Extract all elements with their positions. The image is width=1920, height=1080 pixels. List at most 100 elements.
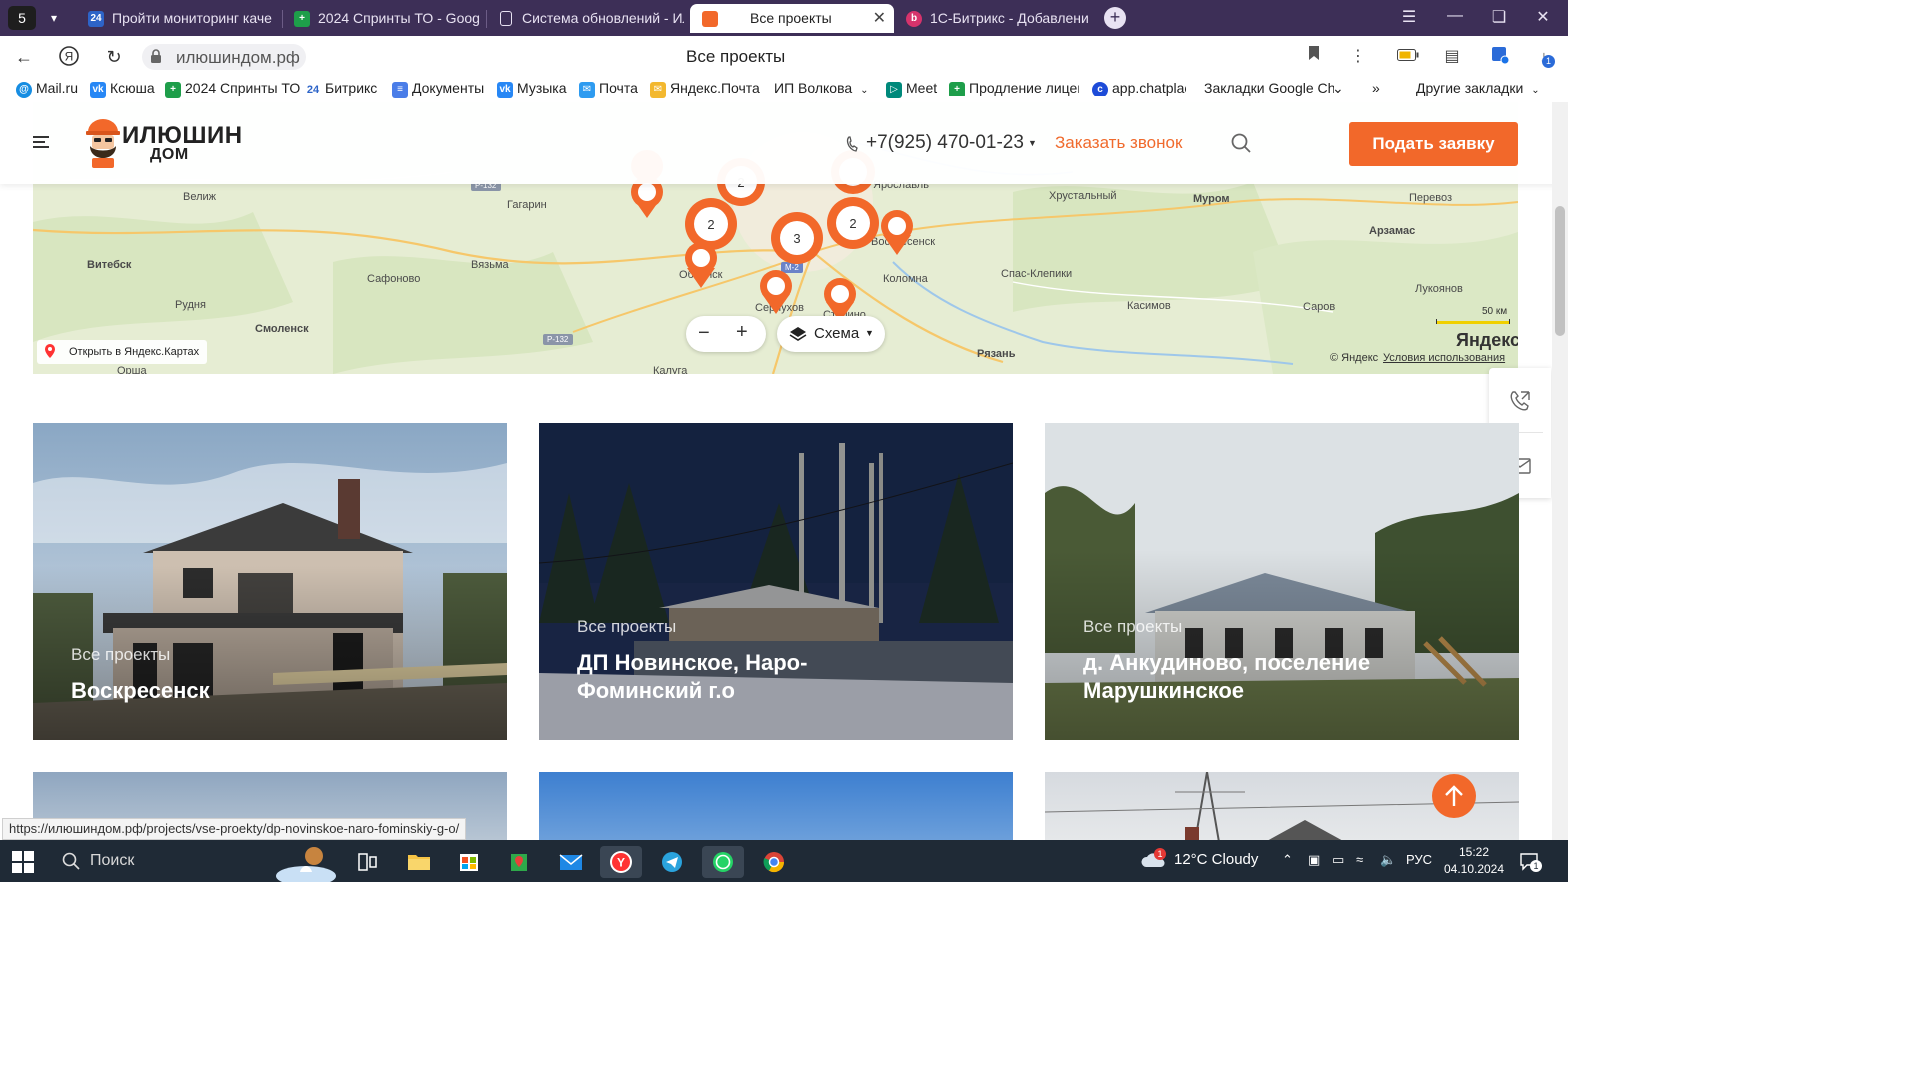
file-explorer-icon[interactable] bbox=[398, 846, 440, 878]
webcam-icon[interactable]: ▣ bbox=[1308, 852, 1320, 868]
more-menu-icon[interactable]: ⋮ bbox=[1346, 45, 1370, 69]
bookmark-license[interactable]: + Продление лицен bbox=[949, 80, 1079, 96]
bookmark-bitrix[interactable]: 24 Битрикс bbox=[305, 80, 377, 96]
close-tab-icon[interactable]: ✕ bbox=[873, 4, 886, 33]
bookmark-folder-google[interactable]: Закладки Google Ch bbox=[1184, 80, 1334, 96]
notifications-icon[interactable]: 1 bbox=[1518, 850, 1542, 872]
chevron-down-icon: ⌄ bbox=[1531, 85, 1540, 96]
page-title: Все проекты bbox=[686, 47, 786, 66]
maps-app-icon[interactable] bbox=[498, 846, 540, 878]
bookmark-folder-volkova[interactable]: ИП Волкова ⌄ bbox=[754, 80, 869, 96]
zoom-out-button[interactable]: − bbox=[698, 322, 710, 345]
collections-icon[interactable]: ▤ bbox=[1440, 45, 1464, 69]
bookmark-meet[interactable]: ▷ Meet bbox=[886, 80, 938, 98]
city-label: Орша bbox=[117, 365, 147, 374]
clock[interactable]: 15:22 04.10.2024 bbox=[1442, 844, 1506, 878]
tab-count-badge[interactable]: 5 bbox=[8, 6, 36, 30]
bookmark-other[interactable]: Другие закладки ⌄ bbox=[1396, 80, 1540, 96]
map-cluster[interactable]: 3 bbox=[771, 212, 823, 264]
site-header: ИЛЮШИН ДОМ +7(925) 470-01-23 ▼ Заказать … bbox=[0, 102, 1568, 184]
tab-monitoring[interactable]: 24 Пройти мониторинг каче bbox=[82, 4, 276, 33]
tab-sprints[interactable]: + 2024 Спринты ТО - Googl bbox=[288, 4, 480, 33]
lock-icon bbox=[151, 49, 161, 63]
tab-updates-system[interactable]: Система обновлений - Ил bbox=[492, 4, 684, 33]
yandex-browser-icon[interactable]: Y bbox=[600, 846, 642, 878]
chevron-up-icon[interactable]: ⌃ bbox=[1282, 852, 1293, 868]
weather-widget[interactable]: 1 12°C Cloudy bbox=[1140, 848, 1258, 868]
minimize-icon[interactable]: — bbox=[1440, 7, 1470, 25]
project-title[interactable]: ДП Новинское, Наро-Фоминский г.о bbox=[577, 649, 837, 705]
bookmark-chatplace[interactable]: c app.chatplac bbox=[1092, 80, 1186, 96]
search-icon[interactable] bbox=[1230, 132, 1252, 154]
map-cluster[interactable]: 2 bbox=[827, 197, 879, 249]
mascot-logo-icon bbox=[86, 119, 120, 168]
bookmark-mail[interactable]: ✉ Почта bbox=[579, 80, 638, 98]
url-field[interactable]: илюшиндом.рф bbox=[142, 44, 306, 70]
callback-phone-icon[interactable] bbox=[1509, 390, 1531, 412]
google-sheets-icon: + bbox=[949, 82, 965, 96]
bookmark-documents[interactable]: ≡ Документы bbox=[392, 80, 484, 98]
site-logo[interactable]: ИЛЮШИН ДОМ bbox=[82, 116, 242, 170]
extension-icon[interactable] bbox=[1488, 45, 1512, 69]
tab-bitrix[interactable]: b 1С-Битрикс - Добавлени bbox=[900, 4, 1096, 33]
callback-link[interactable]: Заказать звонок bbox=[1055, 133, 1182, 153]
bookmark-label: Meet bbox=[906, 80, 938, 96]
map-terms-link[interactable]: Условия использования bbox=[1383, 352, 1505, 364]
mail-app-icon[interactable] bbox=[550, 846, 592, 878]
project-title[interactable]: д. Анкудиново, поселение Марушкинское bbox=[1083, 649, 1383, 705]
map-cluster[interactable]: 2 bbox=[685, 198, 737, 250]
downloads-icon[interactable]: ↓ 1 bbox=[1532, 45, 1556, 69]
bookmark-music[interactable]: vk Музыка bbox=[497, 80, 567, 98]
zoom-controls: − + bbox=[686, 316, 766, 352]
project-card[interactable]: Все проекты д. Анкудиново, поселение Мар… bbox=[1045, 423, 1519, 740]
phone-number[interactable]: +7(925) 470-01-23 bbox=[866, 132, 1024, 154]
cluster-count: 2 bbox=[707, 217, 714, 232]
language-indicator[interactable]: РУС bbox=[1406, 852, 1432, 867]
windows-start-icon[interactable] bbox=[12, 851, 34, 873]
microsoft-store-icon[interactable] bbox=[448, 846, 490, 878]
page-scrollbar[interactable] bbox=[1552, 102, 1568, 840]
bookmark-icon[interactable] bbox=[1302, 45, 1326, 69]
menu-burger-icon[interactable] bbox=[33, 136, 49, 148]
chevron-down-icon[interactable]: ⌄ bbox=[1324, 80, 1344, 97]
bookmark-mailru[interactable]: @ Mail.ru bbox=[16, 80, 78, 98]
restore-icon[interactable]: ❏ bbox=[1484, 7, 1514, 27]
project-category: Все проекты bbox=[71, 645, 171, 664]
reload-icon[interactable]: ↻ bbox=[102, 45, 126, 69]
scroll-to-top-button[interactable] bbox=[1432, 774, 1476, 818]
search-icon bbox=[62, 852, 80, 870]
bookmark-sprints[interactable]: +2024 Спринты ТО bbox=[165, 80, 300, 98]
battery-tray-icon[interactable]: ▭ bbox=[1332, 852, 1344, 868]
scrollbar-thumb[interactable] bbox=[1555, 206, 1565, 336]
task-view-icon[interactable] bbox=[346, 846, 388, 878]
new-tab-icon[interactable]: + bbox=[1104, 7, 1126, 29]
close-window-icon[interactable]: ✕ bbox=[1528, 7, 1558, 27]
more-bookmarks-icon[interactable]: » bbox=[1352, 80, 1380, 96]
project-card-partial[interactable] bbox=[539, 772, 1013, 840]
project-card[interactable]: Все проекты ДП Новинское, Наро-Фоминский… bbox=[539, 423, 1013, 740]
logo-text-line2: ДОМ bbox=[150, 146, 189, 163]
bookmark-yandex-mail[interactable]: ✉ Яндекс.Почта bbox=[650, 80, 760, 98]
bookmark-label: Битрикс bbox=[325, 80, 378, 96]
yandex-icon[interactable]: Я bbox=[57, 45, 81, 69]
tabs-dropdown-icon[interactable]: ▾ bbox=[44, 8, 64, 28]
chrome-icon[interactable] bbox=[753, 846, 795, 878]
chevron-down-icon[interactable]: ▼ bbox=[1028, 138, 1037, 148]
bookmark-ksyusha[interactable]: vk Ксюша bbox=[90, 80, 155, 98]
project-card[interactable]: Все проекты Воскресенск bbox=[33, 423, 507, 740]
wifi-icon[interactable]: ≈ bbox=[1356, 852, 1363, 867]
zoom-in-button[interactable]: + bbox=[736, 321, 748, 344]
city-label: Гагарин bbox=[507, 199, 547, 211]
apply-button[interactable]: Подать заявку bbox=[1349, 122, 1518, 166]
open-in-yandex-maps-link[interactable]: Открыть в Яндекс.Картах bbox=[37, 340, 208, 364]
menu-icon[interactable]: ☰ bbox=[1394, 7, 1424, 27]
whatsapp-icon[interactable] bbox=[702, 846, 744, 878]
taskbar-search[interactable]: Поиск bbox=[50, 840, 350, 882]
volume-icon[interactable]: 🔈 bbox=[1380, 852, 1396, 868]
telegram-icon[interactable] bbox=[651, 846, 693, 878]
back-icon[interactable]: ← bbox=[12, 45, 36, 69]
project-category: Все проекты bbox=[1083, 617, 1183, 636]
project-title[interactable]: Воскресенск bbox=[71, 677, 471, 705]
map-layer-button[interactable]: Схема ▼ bbox=[777, 316, 885, 352]
tab-all-projects[interactable]: Все проекты ✕ bbox=[690, 4, 894, 33]
